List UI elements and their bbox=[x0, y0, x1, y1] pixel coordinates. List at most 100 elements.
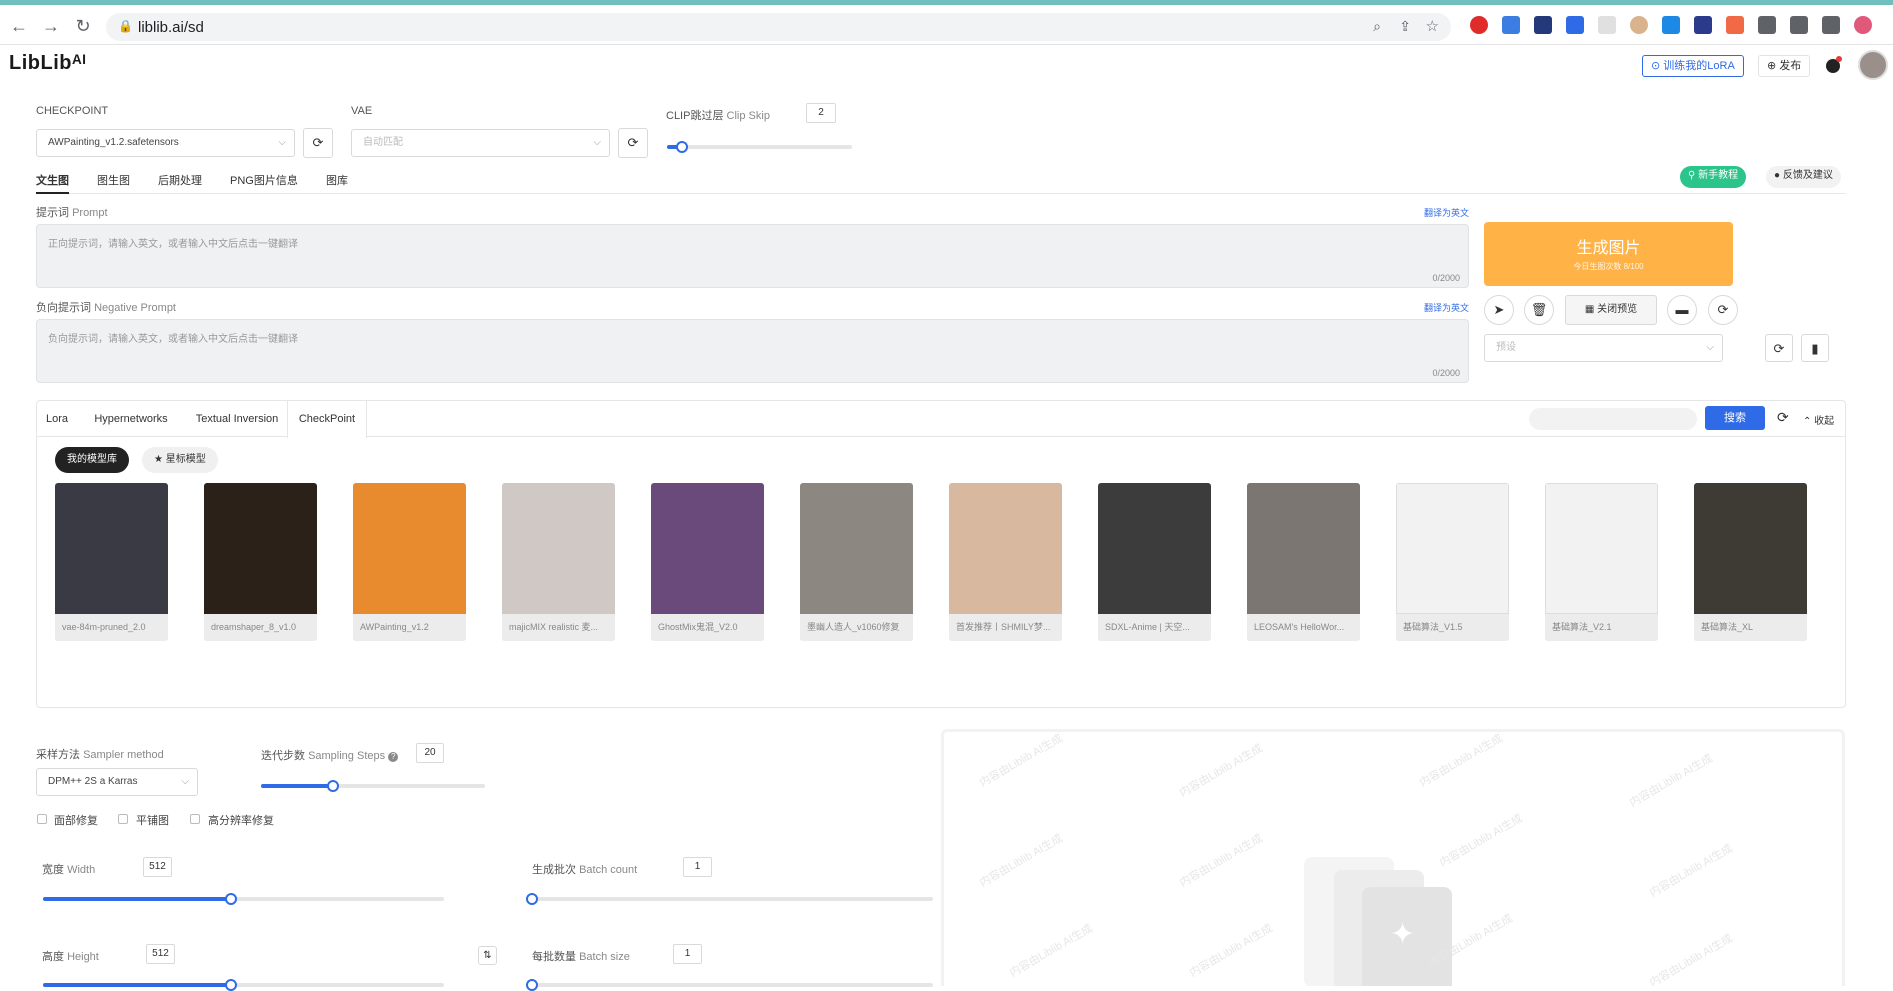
sampler-select[interactable]: DPM++ 2S a Karras ⌵ bbox=[36, 768, 198, 796]
extension-graduate-icon[interactable] bbox=[1502, 16, 1520, 34]
batch-size-input[interactable]: 1 bbox=[673, 944, 702, 964]
steps-thumb[interactable] bbox=[327, 780, 339, 792]
refresh-vae-button[interactable]: ⟳ bbox=[618, 128, 648, 158]
back-icon[interactable]: ← bbox=[8, 15, 30, 37]
refresh-checkpoint-button[interactable]: ⟳ bbox=[303, 128, 333, 158]
extension-translate-icon[interactable] bbox=[1662, 16, 1680, 34]
batch-size-thumb[interactable] bbox=[526, 979, 538, 991]
steps-input[interactable]: 20 bbox=[416, 743, 444, 763]
extension-check-icon[interactable] bbox=[1566, 16, 1584, 34]
batch-size-slider[interactable] bbox=[526, 979, 933, 991]
prompt-textarea[interactable]: 正向提示词，请输入英文，或者输入中文后点击一键翻译 0/2000 bbox=[36, 224, 1469, 288]
help-icon[interactable]: ? bbox=[388, 752, 399, 762]
tutorial-button[interactable]: ⚲ 新手教程 bbox=[1680, 166, 1747, 188]
checkpoint-select[interactable]: AWPainting_v1.2.safetensors ⌵ bbox=[36, 129, 295, 157]
watermark-text: 内容由Liblib AI生成 bbox=[1187, 922, 1275, 980]
swap-dimensions-button[interactable]: ⇅ bbox=[478, 946, 497, 965]
share-icon[interactable]: ⇪ bbox=[1399, 18, 1411, 35]
translate-negative-link[interactable]: 翻译为英文 bbox=[1424, 301, 1469, 314]
model-name: SDXL-Anime | 天空... bbox=[1098, 614, 1211, 641]
steps-slider[interactable] bbox=[261, 780, 485, 792]
model-thumbnail bbox=[1545, 483, 1658, 614]
model-card[interactable]: AWPainting_v1.2 bbox=[353, 483, 466, 641]
profile-avatar-icon[interactable] bbox=[1854, 16, 1872, 34]
publish-button[interactable]: ⊕ 发布 bbox=[1758, 55, 1811, 77]
close-preview-button[interactable]: ▦ 关闭预览 bbox=[1565, 295, 1657, 325]
bookmark-star-icon[interactable]: ☆ bbox=[1426, 17, 1439, 35]
my-models-button[interactable]: 我的模型库 bbox=[55, 447, 129, 473]
forward-icon[interactable]: → bbox=[40, 15, 62, 37]
clip-skip-thumb[interactable] bbox=[676, 141, 688, 153]
height-thumb[interactable] bbox=[225, 979, 237, 991]
negative-prompt-textarea[interactable]: 负向提示词，请输入英文，或者输入中文后点击一键翻译 0/2000 bbox=[36, 319, 1469, 383]
tab-checkpoint[interactable]: CheckPoint bbox=[287, 401, 367, 438]
face-restore-checkbox[interactable] bbox=[37, 814, 47, 824]
refresh-preset-button[interactable]: ⟳ bbox=[1765, 334, 1793, 362]
model-card[interactable]: 首发推荐丨SHMILY梦... bbox=[949, 483, 1062, 641]
model-card[interactable]: 墨幽人造人_v1060修复 bbox=[800, 483, 913, 641]
batch-count-input[interactable]: 1 bbox=[683, 857, 712, 877]
sampler-label-cn: 采样方法 bbox=[36, 749, 80, 761]
model-card[interactable]: majicMIX realistic 麦... bbox=[502, 483, 615, 641]
reload-icon[interactable]: ↻ bbox=[72, 15, 94, 37]
extensions-puzzle-icon[interactable] bbox=[1758, 16, 1776, 34]
extension-discount-icon[interactable] bbox=[1726, 16, 1744, 34]
clip-skip-input[interactable]: 2 bbox=[806, 103, 836, 123]
model-card[interactable]: LEOSAM's HelloWor... bbox=[1247, 483, 1360, 641]
feedback-button[interactable]: ● 反馈及建议 bbox=[1766, 166, 1841, 188]
model-card[interactable]: vae-84m-pruned_2.0 bbox=[55, 483, 168, 641]
extension-paw-icon[interactable] bbox=[1598, 16, 1616, 34]
extension-face-icon[interactable] bbox=[1630, 16, 1648, 34]
model-search-input[interactable] bbox=[1529, 408, 1697, 430]
extension-ia-icon[interactable] bbox=[1534, 16, 1552, 34]
model-card[interactable]: 基础算法_V1.5 bbox=[1396, 483, 1509, 641]
model-card[interactable]: dreamshaper_8_v1.0 bbox=[204, 483, 317, 641]
delete-button[interactable]: 🗑 bbox=[1524, 295, 1554, 325]
model-card[interactable]: 基础算法_XL bbox=[1694, 483, 1807, 641]
width-slider[interactable] bbox=[43, 893, 444, 905]
train-lora-button[interactable]: ⊙ 训练我的LoRA bbox=[1642, 55, 1744, 77]
tiling-checkbox[interactable] bbox=[118, 814, 128, 824]
model-card[interactable]: 基础算法_V2.1 bbox=[1545, 483, 1658, 641]
preset-select[interactable]: 预设 ⌵ bbox=[1484, 334, 1723, 362]
send-button[interactable]: ➤ bbox=[1484, 295, 1514, 325]
tab-textual-inversion[interactable]: Textual Inversion bbox=[187, 401, 287, 437]
height-slider[interactable] bbox=[43, 979, 444, 991]
model-card[interactable]: GhostMix鬼混_V2.0 bbox=[651, 483, 764, 641]
model-name: 基础算法_V2.1 bbox=[1545, 614, 1658, 641]
tab-lora[interactable]: Lora bbox=[37, 401, 77, 437]
hires-fix-checkbox[interactable] bbox=[190, 814, 200, 824]
tab-extras[interactable]: 后期处理 bbox=[158, 172, 202, 188]
width-input[interactable]: 512 bbox=[143, 857, 172, 877]
tab-img2img[interactable]: 图生图 bbox=[97, 172, 130, 188]
clip-skip-slider[interactable] bbox=[667, 141, 852, 153]
download-icon[interactable] bbox=[1790, 16, 1808, 34]
search-button[interactable]: 搜索 bbox=[1705, 406, 1765, 430]
generate-button[interactable]: 生成图片 今日生图次数 8/100 bbox=[1484, 222, 1733, 286]
address-bar[interactable]: 🔒 liblib.ai/sd ⌕ ⇪ ☆ bbox=[106, 13, 1451, 41]
refresh-tools-button[interactable]: ⟳ bbox=[1708, 295, 1738, 325]
sidebar-toggle-icon[interactable] bbox=[1822, 16, 1840, 34]
batch-count-slider[interactable] bbox=[526, 893, 933, 905]
width-thumb[interactable] bbox=[225, 893, 237, 905]
model-card[interactable]: SDXL-Anime | 天空... bbox=[1098, 483, 1211, 641]
folder-button[interactable]: ▬ bbox=[1667, 295, 1697, 325]
batch-count-thumb[interactable] bbox=[526, 893, 538, 905]
save-preset-button[interactable]: ▮ bbox=[1801, 334, 1829, 362]
user-avatar[interactable] bbox=[1858, 50, 1888, 80]
tab-txt2img[interactable]: 文生图 bbox=[36, 172, 69, 194]
zoom-icon[interactable]: ⌕ bbox=[1373, 18, 1381, 35]
liblib-logo[interactable]: LibLibᴬᴵ bbox=[9, 52, 86, 75]
extension-opera-icon[interactable] bbox=[1470, 16, 1488, 34]
refresh-models-icon[interactable]: ⟳ bbox=[1777, 409, 1789, 426]
tab-hypernetworks[interactable]: Hypernetworks bbox=[81, 401, 181, 437]
watermark-text: 内容由Liblib AI生成 bbox=[977, 832, 1065, 890]
vae-select[interactable]: 自动匹配 ⌵ bbox=[351, 129, 610, 157]
tab-gallery[interactable]: 图库 bbox=[326, 172, 348, 188]
translate-prompt-link[interactable]: 翻译为英文 bbox=[1424, 206, 1469, 219]
tab-png-info[interactable]: PNG图片信息 bbox=[230, 172, 298, 188]
extension-shield-icon[interactable] bbox=[1694, 16, 1712, 34]
collapse-button[interactable]: ⌃ 收起 bbox=[1803, 412, 1834, 427]
height-input[interactable]: 512 bbox=[146, 944, 175, 964]
starred-models-button[interactable]: ★ 星标模型 bbox=[142, 447, 218, 473]
